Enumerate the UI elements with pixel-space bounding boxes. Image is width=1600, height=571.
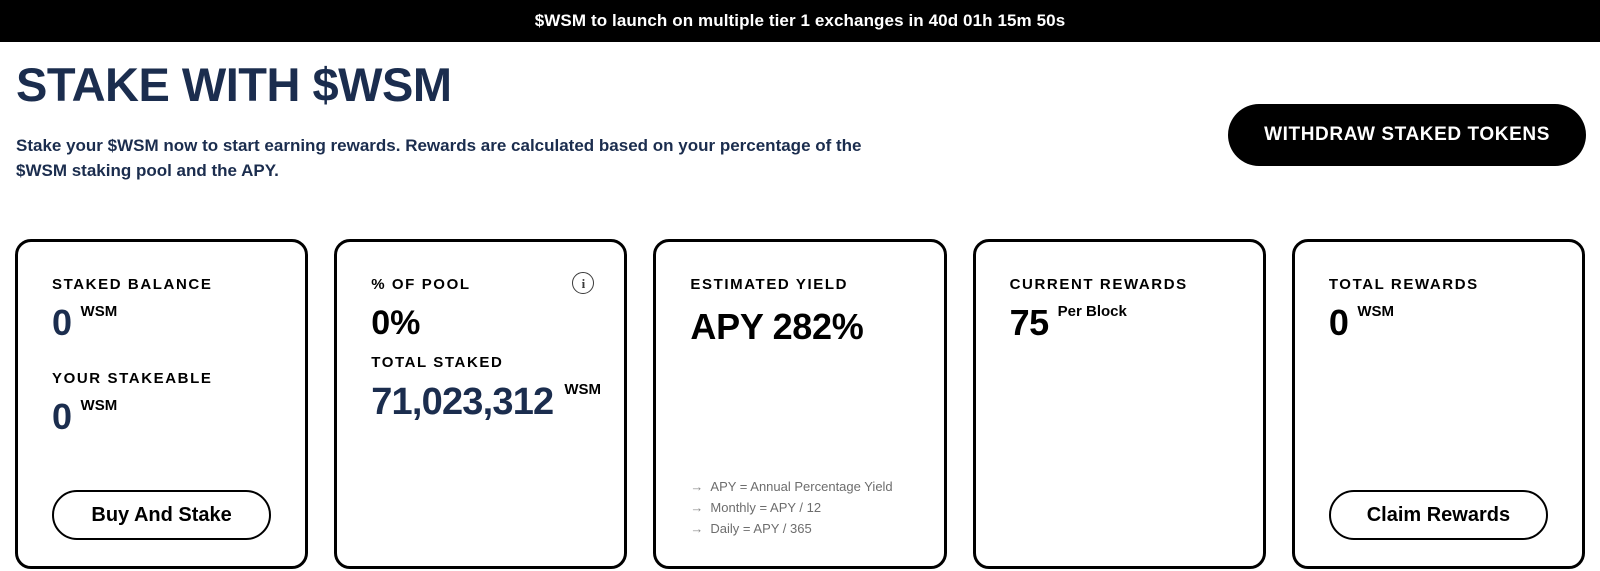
buy-and-stake-button[interactable]: Buy And Stake: [52, 490, 271, 540]
card-spacer: [690, 345, 909, 479]
card-percent-of-pool: % OF POOL i 0% TOTAL STAKED 71,023,312 W…: [334, 239, 627, 569]
info-icon[interactable]: i: [572, 272, 594, 294]
apy-note-text: Monthly = APY / 12: [710, 500, 821, 515]
apy-notes-list: → APY = Annual Percentage Yield → Monthl…: [690, 479, 909, 536]
apy-note: → Monthly = APY / 12: [690, 500, 909, 515]
staked-balance-value: 0: [52, 305, 72, 341]
current-rewards-value-row: 75 Per Block: [1010, 305, 1229, 341]
current-rewards-label: CURRENT REWARDS: [1010, 276, 1229, 293]
percent-of-pool-value: 0%: [371, 306, 590, 340]
staked-balance-label: STAKED BALANCE: [52, 276, 271, 293]
total-rewards-unit: WSM: [1357, 303, 1394, 320]
total-staked-unit: WSM: [564, 381, 601, 398]
estimated-yield-apy-value: APY 282%: [690, 309, 909, 345]
staked-balance-unit: WSM: [81, 303, 118, 320]
current-rewards-unit: Per Block: [1058, 303, 1127, 320]
card-total-rewards: TOTAL REWARDS 0 WSM Claim Rewards: [1292, 239, 1585, 569]
card-spacer: [371, 421, 590, 540]
page-description: Stake your $WSM now to start earning rew…: [16, 134, 896, 183]
apy-note: → Daily = APY / 365: [690, 521, 909, 536]
withdraw-staked-tokens-button[interactable]: WITHDRAW STAKED TOKENS: [1228, 104, 1586, 166]
claim-rewards-button[interactable]: Claim Rewards: [1329, 490, 1548, 540]
current-rewards-value: 75: [1010, 305, 1049, 341]
arrow-right-icon: →: [690, 500, 703, 515]
arrow-right-icon: →: [690, 521, 703, 536]
page-header: STAKE WITH $WSM Stake your $WSM now to s…: [0, 58, 1600, 183]
apy-note-text: Daily = APY / 365: [710, 521, 811, 536]
apy-note-text: APY = Annual Percentage Yield: [710, 479, 892, 494]
your-stakeable-label: YOUR STAKEABLE: [52, 370, 271, 387]
announcement-text: $WSM to launch on multiple tier 1 exchan…: [535, 11, 1066, 31]
card-spacer: [1010, 341, 1229, 540]
staked-balance-value-row: 0 WSM: [52, 305, 271, 341]
percent-of-pool-label: % OF POOL: [371, 276, 590, 293]
total-rewards-value: 0: [1329, 305, 1349, 341]
your-stakeable-value: 0: [52, 399, 72, 435]
announcement-banner: $WSM to launch on multiple tier 1 exchan…: [0, 0, 1600, 42]
estimated-yield-label: ESTIMATED YIELD: [690, 276, 909, 293]
your-stakeable-unit: WSM: [81, 397, 118, 414]
your-stakeable-value-row: 0 WSM: [52, 399, 271, 435]
card-estimated-yield: ESTIMATED YIELD APY 282% → APY = Annual …: [653, 239, 946, 569]
total-rewards-value-row: 0 WSM: [1329, 305, 1548, 341]
apy-note: → APY = Annual Percentage Yield: [690, 479, 909, 494]
card-staked-balance: STAKED BALANCE 0 WSM YOUR STAKEABLE 0 WS…: [15, 239, 308, 569]
total-staked-label: TOTAL STAKED: [371, 354, 590, 371]
card-spacer: [52, 435, 271, 490]
card-spacer: [1329, 341, 1548, 490]
arrow-right-icon: →: [690, 479, 703, 494]
card-current-rewards: CURRENT REWARDS 75 Per Block: [973, 239, 1266, 569]
total-staked-value: 71,023,312: [371, 383, 553, 421]
stats-cards-row: STAKED BALANCE 0 WSM YOUR STAKEABLE 0 WS…: [0, 239, 1600, 569]
total-staked-value-row: 71,023,312 WSM: [371, 383, 590, 421]
total-rewards-label: TOTAL REWARDS: [1329, 276, 1548, 293]
